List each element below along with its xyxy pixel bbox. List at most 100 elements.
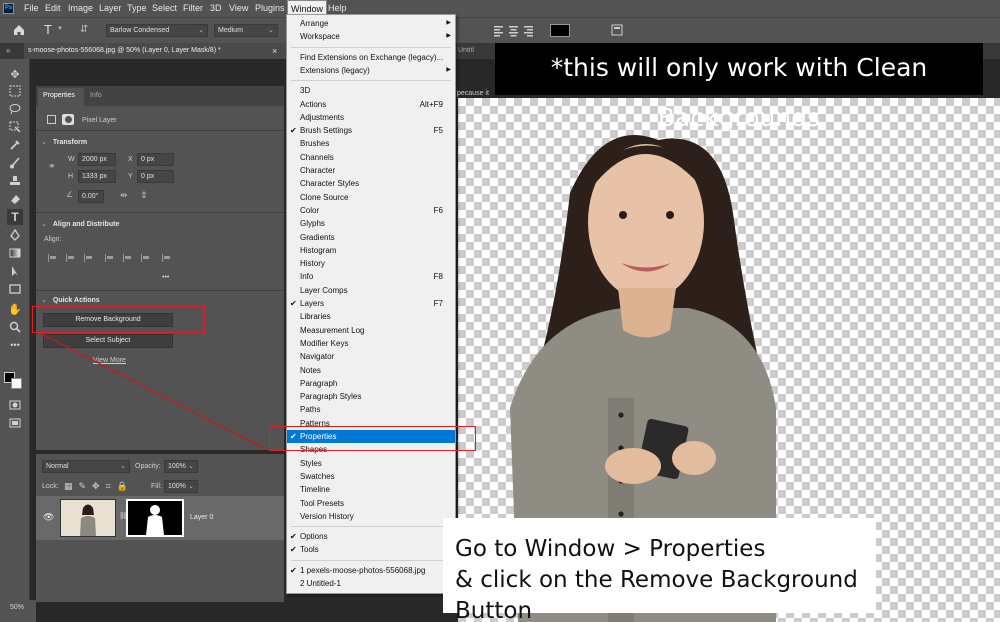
- type-tool-icon[interactable]: T: [7, 209, 23, 225]
- window-menu-item-info[interactable]: Info F8: [287, 270, 455, 283]
- flip-horizontal-icon[interactable]: ⇹: [120, 190, 128, 201]
- tab-info[interactable]: Info: [90, 92, 102, 99]
- window-menu-item-find-extensions-on-exchange-legacy[interactable]: Find Extensions on Exchange (legacy)...: [287, 51, 455, 64]
- flip-vertical-icon[interactable]: ⇕: [140, 190, 148, 201]
- font-family-select[interactable]: Barlow Condensed ⌄: [106, 24, 208, 37]
- window-menu-item-actions[interactable]: Actions Alt+F9: [287, 98, 455, 111]
- eyedropper-tool-icon[interactable]: [7, 137, 23, 153]
- zoom-tool-icon[interactable]: [7, 319, 23, 335]
- menu-view[interactable]: View: [226, 0, 251, 17]
- layer-mask-thumbnail[interactable]: [126, 499, 184, 537]
- font-style-select[interactable]: Medium ⌄: [214, 24, 278, 37]
- align-top-icon[interactable]: [105, 254, 114, 262]
- window-menu-item-character[interactable]: Character: [287, 164, 455, 177]
- menu-filter[interactable]: Filter: [180, 0, 206, 17]
- window-menu-item-navigator[interactable]: Navigator: [287, 350, 455, 363]
- window-menu-item-layers[interactable]: ✔ Layers F7: [287, 297, 455, 310]
- eraser-tool-icon[interactable]: [7, 191, 23, 207]
- pen-tool-icon[interactable]: [7, 227, 23, 243]
- gradient-tool-icon[interactable]: [7, 245, 23, 261]
- x-input[interactable]: 0 px: [137, 153, 174, 166]
- tab-properties[interactable]: Properties: [43, 92, 75, 99]
- object-selection-tool-icon[interactable]: [7, 119, 23, 135]
- window-menu-item-styles[interactable]: Styles: [287, 457, 455, 470]
- window-menu-item-brush-settings[interactable]: ✔ Brush Settings F5: [287, 124, 455, 137]
- window-menu-item-layer-comps[interactable]: Layer Comps: [287, 284, 455, 297]
- align-bottom-icon[interactable]: [141, 254, 150, 262]
- y-input[interactable]: 0 px: [137, 170, 174, 183]
- window-menu-item-measurement-log[interactable]: Measurement Log: [287, 324, 455, 337]
- window-menu-item-channels[interactable]: Channels: [287, 151, 455, 164]
- transform-section-title[interactable]: ⌄ Transform: [41, 138, 87, 146]
- home-icon[interactable]: [12, 23, 26, 37]
- window-menu-item-tools[interactable]: ✔ Tools: [287, 543, 455, 556]
- align-hcenter-icon[interactable]: [66, 254, 75, 262]
- align-vcenter-icon[interactable]: [123, 254, 132, 262]
- window-menu-item-arrange[interactable]: Arrange ▶: [287, 17, 455, 30]
- fill-input[interactable]: 100% ⌄: [164, 480, 198, 493]
- close-tab-icon[interactable]: ×: [272, 46, 277, 56]
- window-menu-item-adjustments[interactable]: Adjustments: [287, 111, 455, 124]
- path-selection-tool-icon[interactable]: [7, 263, 23, 279]
- window-menu-item-extensions-legacy[interactable]: Extensions (legacy) ▶: [287, 64, 455, 77]
- distribute-icon[interactable]: [162, 254, 171, 262]
- character-panel-icon[interactable]: [611, 24, 623, 36]
- brush-tool-icon[interactable]: [7, 155, 23, 171]
- menu-file[interactable]: File: [21, 0, 42, 17]
- window-menu-item-history[interactable]: History: [287, 257, 455, 270]
- window-menu-item-color[interactable]: Color F6: [287, 204, 455, 217]
- document-tab[interactable]: s-moose-photos-556068.jpg @ 50% (Layer 0…: [24, 43, 286, 59]
- opacity-input[interactable]: 100% ⌄: [164, 460, 198, 473]
- window-menu-item-character-styles[interactable]: Character Styles: [287, 177, 455, 190]
- window-menu-item-paragraph-styles[interactable]: Paragraph Styles: [287, 390, 455, 403]
- menu-image[interactable]: Image: [65, 0, 96, 17]
- type-tool-icon[interactable]: T: [44, 22, 52, 37]
- orientation-toggle-icon[interactable]: ⇵: [80, 24, 88, 35]
- align-left-icon[interactable]: [48, 254, 57, 262]
- height-input[interactable]: 1333 px: [78, 170, 116, 183]
- hand-tool-icon[interactable]: ✋: [7, 301, 23, 317]
- quick-mask-icon[interactable]: [7, 397, 23, 413]
- window-menu-item-tool-presets[interactable]: Tool Presets: [287, 497, 455, 510]
- window-menu-item-workspace[interactable]: Workspace ▶: [287, 30, 455, 43]
- window-menu-item-glyphs[interactable]: Glyphs: [287, 217, 455, 230]
- window-menu-item-clone-source[interactable]: Clone Source: [287, 191, 455, 204]
- window-menu-item-swatches[interactable]: Swatches: [287, 470, 455, 483]
- select-subject-button[interactable]: Select Subject: [43, 334, 173, 348]
- window-menu-item-brushes[interactable]: Brushes: [287, 137, 455, 150]
- menu-edit[interactable]: Edit: [42, 0, 64, 17]
- link-icon[interactable]: ⚭: [48, 161, 56, 172]
- quick-actions-section-title[interactable]: ⌄ Quick Actions: [41, 296, 100, 304]
- screen-mode-icon[interactable]: [7, 415, 23, 431]
- more-tools-icon[interactable]: •••: [7, 337, 23, 353]
- window-menu-item-gradients[interactable]: Gradients: [287, 231, 455, 244]
- zoom-level[interactable]: 50%: [10, 604, 24, 611]
- menu-plugins[interactable]: Plugins: [252, 0, 288, 17]
- text-color-swatch[interactable]: [550, 24, 570, 37]
- window-menu-item-options[interactable]: ✔ Options: [287, 530, 455, 543]
- layer-name[interactable]: Layer 0: [190, 514, 213, 521]
- background-color-swatch[interactable]: [11, 378, 22, 389]
- move-tool-icon[interactable]: ✥: [7, 66, 23, 82]
- rectangle-tool-icon[interactable]: [7, 281, 23, 297]
- window-menu-item-libraries[interactable]: Libraries: [287, 310, 455, 323]
- view-more-link[interactable]: View More: [93, 357, 126, 364]
- document-tab-2[interactable]: Untitl: [458, 47, 474, 54]
- window-menu-item-timeline[interactable]: Timeline: [287, 483, 455, 496]
- lasso-tool-icon[interactable]: [7, 101, 23, 117]
- blend-mode-select[interactable]: Normal ⌄: [42, 460, 130, 473]
- window-menu-item-paragraph[interactable]: Paragraph: [287, 377, 455, 390]
- window-menu-item-3d[interactable]: 3D: [287, 84, 455, 97]
- window-menu-item-1-pexels-moose-photos-556068-jpg[interactable]: ✔ 1 pexels-moose-photos-556068.jpg: [287, 564, 455, 577]
- more-options-icon[interactable]: •••: [162, 274, 169, 281]
- window-menu-item-notes[interactable]: Notes: [287, 364, 455, 377]
- align-right-icon[interactable]: [84, 254, 93, 262]
- marquee-tool-icon[interactable]: [7, 83, 23, 99]
- window-menu-item-2-untitled-1[interactable]: 2 Untitled-1: [287, 577, 455, 590]
- collapse-panels-icon[interactable]: »: [6, 46, 10, 55]
- layer-row[interactable]: 👁 ⛓ Layer 0: [36, 496, 284, 540]
- align-section-title[interactable]: ⌄ Align and Distribute: [41, 220, 119, 228]
- menu-select[interactable]: Select: [149, 0, 180, 17]
- stamp-tool-icon[interactable]: [7, 173, 23, 189]
- visibility-eye-icon[interactable]: 👁: [43, 512, 54, 523]
